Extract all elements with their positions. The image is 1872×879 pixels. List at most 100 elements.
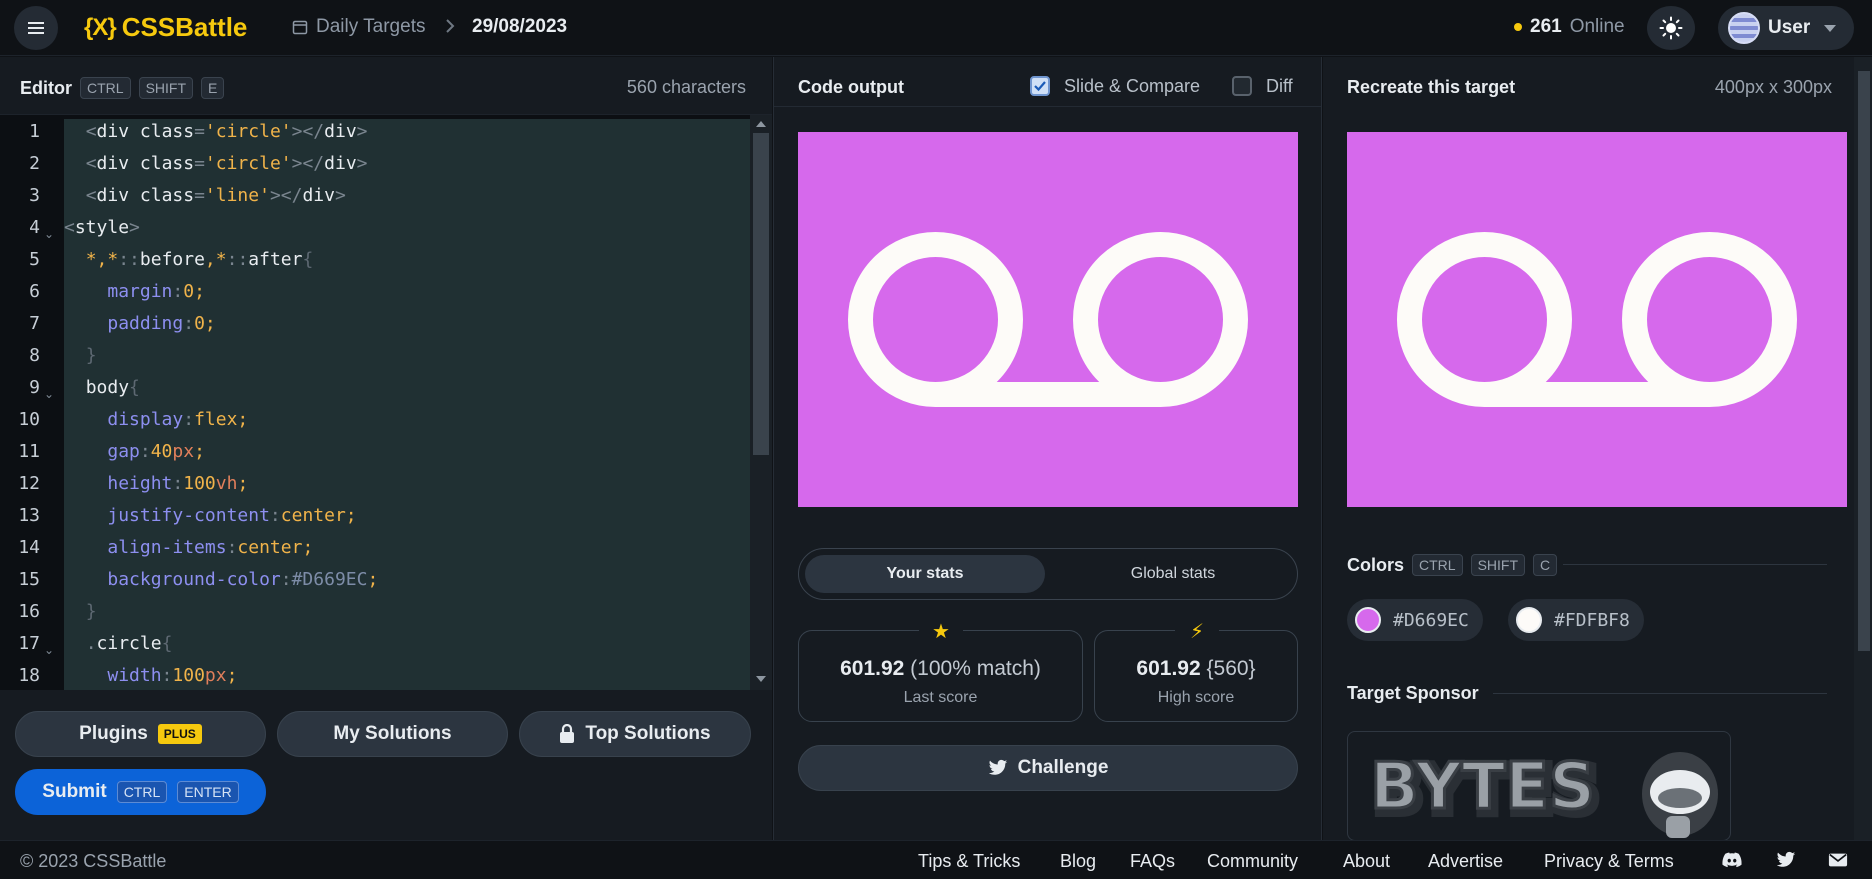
target-canvas	[1347, 132, 1847, 507]
last-score-label: Last score	[903, 689, 978, 706]
footer-link-tips[interactable]: Tips & Tricks	[918, 851, 1020, 872]
kbd-shift: SHIFT	[138, 77, 194, 99]
menu-button[interactable]	[14, 6, 58, 50]
challenge-button[interactable]: Challenge	[798, 745, 1298, 791]
breadcrumb-date: 29/08/2023	[472, 16, 568, 37]
color-dot	[1516, 607, 1542, 633]
line-number: 18	[18, 665, 40, 686]
avatar	[1728, 12, 1760, 44]
line-number: 17	[18, 633, 40, 654]
online-indicator: 261 Online	[1514, 16, 1625, 38]
mail-icon[interactable]	[1828, 851, 1848, 869]
footer: © 2023 CSSBattle Tips & Tricks Blog FAQs…	[0, 840, 1872, 879]
code-line: height:100vh;	[107, 473, 249, 494]
target-shape	[1397, 232, 1797, 407]
slide-compare-label[interactable]: Slide & Compare	[1064, 76, 1200, 97]
divider	[1563, 564, 1827, 565]
high-score-chars: {560}	[1206, 657, 1256, 680]
footer-link-faqs[interactable]: FAQs	[1130, 851, 1175, 872]
breadcrumb-label: Daily Targets	[316, 16, 426, 37]
panel-scroll-thumb[interactable]	[1858, 71, 1870, 651]
code-line: gap:40px;	[107, 441, 205, 462]
footer-link-community[interactable]: Community	[1207, 851, 1298, 872]
fold-chevron-icon[interactable]: ⌄	[44, 227, 54, 241]
online-count: 261	[1530, 16, 1562, 37]
divider	[1493, 693, 1827, 694]
tab-your-stats[interactable]: Your stats	[805, 555, 1045, 593]
fold-chevron-icon[interactable]: ⌄	[44, 643, 54, 657]
code-line: body{	[85, 377, 140, 398]
cssbattle-logo[interactable]: {X} CSSBattle	[84, 12, 247, 43]
code-line: }	[85, 345, 97, 366]
footer-link-advertise[interactable]: Advertise	[1428, 851, 1503, 872]
top-solutions-button[interactable]: Top Solutions	[519, 711, 751, 757]
code-line: <div class='line'></div>	[85, 185, 346, 206]
last-score-card: ★ 601.92 (100% match) Last score	[798, 619, 1083, 722]
scroll-up-icon[interactable]	[756, 121, 766, 127]
user-menu-button[interactable]: User	[1718, 6, 1854, 50]
plugins-label: Plugins	[79, 723, 148, 744]
fold-chevron-icon[interactable]: ⌄	[44, 387, 54, 401]
theme-toggle-button[interactable]	[1647, 6, 1695, 50]
last-score-match: (100% match)	[910, 657, 1041, 680]
tab-global-stats[interactable]: Global stats	[1053, 555, 1293, 593]
diff-label[interactable]: Diff	[1266, 76, 1293, 97]
high-score-label: High score	[1157, 689, 1235, 706]
editor-actions: Plugins PLUS My Solutions Top Solutions …	[0, 690, 772, 840]
line-number: 7	[29, 313, 40, 334]
sponsor-banner[interactable]: BYTES BYTES	[1347, 731, 1731, 841]
editor-scroll-thumb[interactable]	[753, 133, 769, 455]
code-line: }	[85, 601, 97, 622]
bytes-logo: BYTES BYTES	[1369, 749, 1718, 838]
code-line: <div class='circle'></div>	[85, 153, 368, 174]
challenge-label: Challenge	[1017, 757, 1109, 778]
color-swatch-purple[interactable]: #D669EC	[1347, 599, 1483, 641]
submit-label: Submit	[42, 781, 107, 802]
line-number: 13	[18, 505, 40, 526]
kbd-shift: SHIFT	[1470, 554, 1526, 576]
line-number: 8	[29, 345, 40, 366]
character-count: 560 characters	[626, 77, 746, 97]
high-score-value: 601.92	[1136, 657, 1201, 680]
plugins-button[interactable]: Plugins PLUS	[15, 711, 266, 757]
my-solutions-button[interactable]: My Solutions	[277, 711, 508, 757]
code-line: display:flex;	[107, 409, 249, 430]
diff-checkbox[interactable]	[1232, 76, 1252, 96]
color-hex: #D669EC	[1393, 609, 1469, 631]
hamburger-icon	[28, 22, 44, 34]
stats-toggle: Your stats Global stats	[798, 548, 1298, 600]
editor-title: Editor	[20, 77, 72, 98]
output-header: Code output Slide & Compare Diff	[774, 57, 1321, 107]
copyright: © 2023 CSSBattle	[20, 851, 167, 871]
kbd-e: E	[201, 77, 225, 99]
logo-mark: {X}	[84, 13, 117, 41]
footer-link-privacy[interactable]: Privacy & Terms	[1544, 851, 1674, 872]
sun-icon	[1659, 16, 1683, 40]
line-number: 15	[18, 569, 40, 590]
line-number: 4	[29, 217, 40, 238]
twitter-icon	[988, 759, 1007, 775]
slide-compare-checkbox[interactable]	[1030, 76, 1050, 96]
submit-button[interactable]: Submit CTRL ENTER	[15, 769, 266, 815]
logo-text: CSSBattle	[121, 12, 248, 42]
discord-icon[interactable]	[1722, 851, 1742, 869]
code-line: align-items:center;	[107, 537, 314, 558]
colors-title: Colors	[1347, 554, 1405, 575]
footer-link-blog[interactable]: Blog	[1060, 851, 1096, 872]
line-number: 14	[18, 537, 40, 558]
scroll-down-icon[interactable]	[756, 676, 766, 682]
code-output-canvas[interactable]	[798, 132, 1298, 507]
kbd-c: C	[1533, 554, 1558, 576]
color-swatch-white[interactable]: #FDFBF8	[1508, 599, 1644, 641]
code-editor[interactable]: 1 2 3 4 5 6 7 8 9 10 11 12 13 14 15 16 1…	[0, 115, 772, 690]
footer-link-about[interactable]: About	[1343, 851, 1390, 872]
last-score-row: 601.92 (100% match)	[799, 657, 1082, 681]
twitter-icon[interactable]	[1776, 851, 1796, 869]
lightning-icon: ⚡	[1175, 619, 1219, 643]
code-line: width:100px;	[107, 665, 238, 686]
code-line: background-color:#D669EC;	[107, 569, 379, 590]
breadcrumb-daily-targets[interactable]: Daily Targets	[292, 16, 425, 38]
output-title: Code output	[798, 77, 904, 97]
checkmark-icon	[1034, 81, 1046, 92]
code-line: padding:0;	[107, 313, 216, 334]
